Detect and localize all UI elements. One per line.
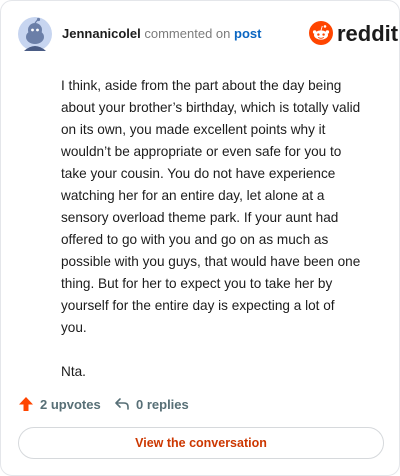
comment-footer: 2 upvotes 0 replies (18, 393, 384, 415)
snoo-avatar-icon[interactable] (18, 17, 52, 51)
view-conversation-button[interactable]: View the conversation (18, 427, 384, 459)
upvote-count: 2 upvotes (40, 396, 101, 412)
post-link[interactable]: post (234, 26, 261, 41)
username[interactable]: Jennanicolel (62, 26, 141, 41)
reply-arrow-icon (115, 398, 129, 410)
action-text: commented on (144, 26, 231, 41)
comment-card: Jennanicolel commented on post reddit I … (0, 0, 400, 476)
upvote-arrow-icon (19, 397, 33, 411)
comment-meta: Jennanicolel commented on post (62, 26, 261, 42)
comment-header: Jennanicolel commented on post reddit (18, 17, 398, 53)
comment-paragraph: Nta. (61, 364, 86, 379)
reddit-wordmark: reddit (337, 21, 399, 46)
replies-button[interactable]: 0 replies (114, 393, 189, 415)
upvote-button[interactable]: 2 upvotes (18, 393, 101, 415)
reply-count: 0 replies (136, 396, 189, 412)
reddit-logo-icon (309, 21, 333, 45)
reddit-logo[interactable]: reddit (309, 21, 398, 49)
comment-body: I think, aside from the part about the d… (61, 75, 361, 405)
comment-paragraph: I think, aside from the part about the d… (61, 78, 361, 335)
